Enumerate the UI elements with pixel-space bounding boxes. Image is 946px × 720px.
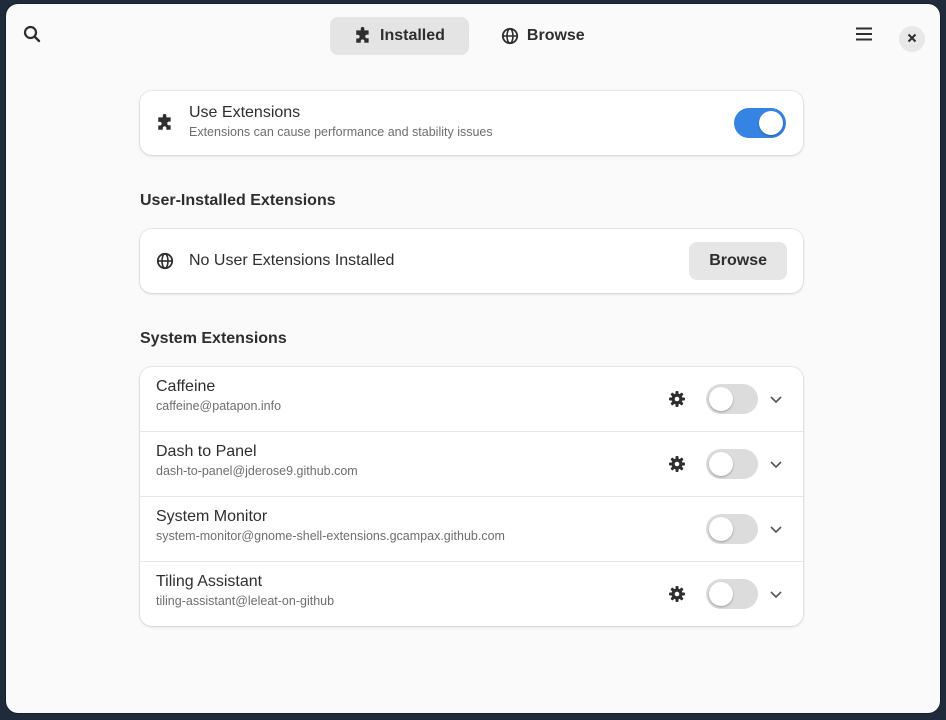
gear-icon[interactable] [668,390,686,408]
switch-knob [709,582,733,606]
chevron-down-icon[interactable] [769,459,783,469]
no-user-extensions-label: No User Extensions Installed [189,252,395,269]
system-extensions-heading: System Extensions [140,330,287,347]
extension-switch[interactable] [706,384,758,414]
extension-uuid: dash-to-panel@jderose9.github.com [156,464,358,478]
headerbar: Installed Browse [6,4,940,66]
extension-row-tiling-assistant: Tiling Assistant tiling-assistant@leleat… [140,561,803,626]
switch-knob [709,517,733,541]
use-extensions-switch[interactable] [734,108,786,138]
tab-browse-label: Browse [526,27,585,44]
tab-installed-label: Installed [380,27,445,44]
extension-name: System Monitor [156,508,268,525]
extension-switch[interactable] [706,579,758,609]
user-extensions-card: No User Extensions Installed Browse [140,229,803,293]
main-menu-button[interactable] [849,21,879,51]
use-extensions-subtitle: Extensions can cause performance and sta… [189,125,493,139]
extension-uuid: caffeine@patapon.info [156,399,282,413]
use-extensions-card: Use Extensions Extensions can cause perf… [140,91,803,155]
extension-row-caffeine: Caffeine caffeine@patapon.info [140,367,803,431]
user-extensions-empty-row: No User Extensions Installed Browse [140,229,803,293]
tab-installed[interactable]: Installed [330,17,469,55]
extension-switch[interactable] [706,514,758,544]
chevron-down-icon[interactable] [769,394,783,404]
globe-icon [156,252,174,270]
search-icon [23,25,41,48]
extensions-window: Installed Browse Use Extensions Extensio… [6,4,940,713]
extension-name: Dash to Panel [156,443,257,460]
puzzle-icon [156,114,174,132]
close-button[interactable] [899,26,925,52]
use-extensions-row: Use Extensions Extensions can cause perf… [140,91,803,155]
use-extensions-title: Use Extensions [189,104,301,121]
gear-icon[interactable] [668,585,686,603]
close-icon [907,30,917,48]
extension-row-dash-to-panel: Dash to Panel dash-to-panel@jderose9.git… [140,431,803,496]
chevron-down-icon[interactable] [769,524,783,534]
search-button[interactable] [17,21,47,51]
extension-name: Tiling Assistant [156,573,263,590]
extension-uuid: tiling-assistant@leleat-on-github [156,594,335,608]
hamburger-menu-icon [855,26,873,47]
chevron-down-icon[interactable] [769,589,783,599]
extension-switch[interactable] [706,449,758,479]
switch-knob [709,387,733,411]
user-extensions-heading: User-Installed Extensions [140,192,336,209]
globe-icon [501,27,519,45]
tab-browse[interactable]: Browse [477,17,609,55]
puzzle-icon [354,27,372,45]
extension-name: Caffeine [156,378,216,395]
extension-uuid: system-monitor@gnome-shell-extensions.gc… [156,529,505,543]
browse-button[interactable]: Browse [689,242,787,280]
switch-knob [759,111,783,135]
gear-icon[interactable] [668,455,686,473]
switch-knob [709,452,733,476]
view-switcher: Installed Browse [330,17,609,55]
system-extensions-card: Caffeine caffeine@patapon.info Dash to P… [140,367,803,626]
extension-row-system-monitor: System Monitor system-monitor@gnome-shel… [140,496,803,561]
